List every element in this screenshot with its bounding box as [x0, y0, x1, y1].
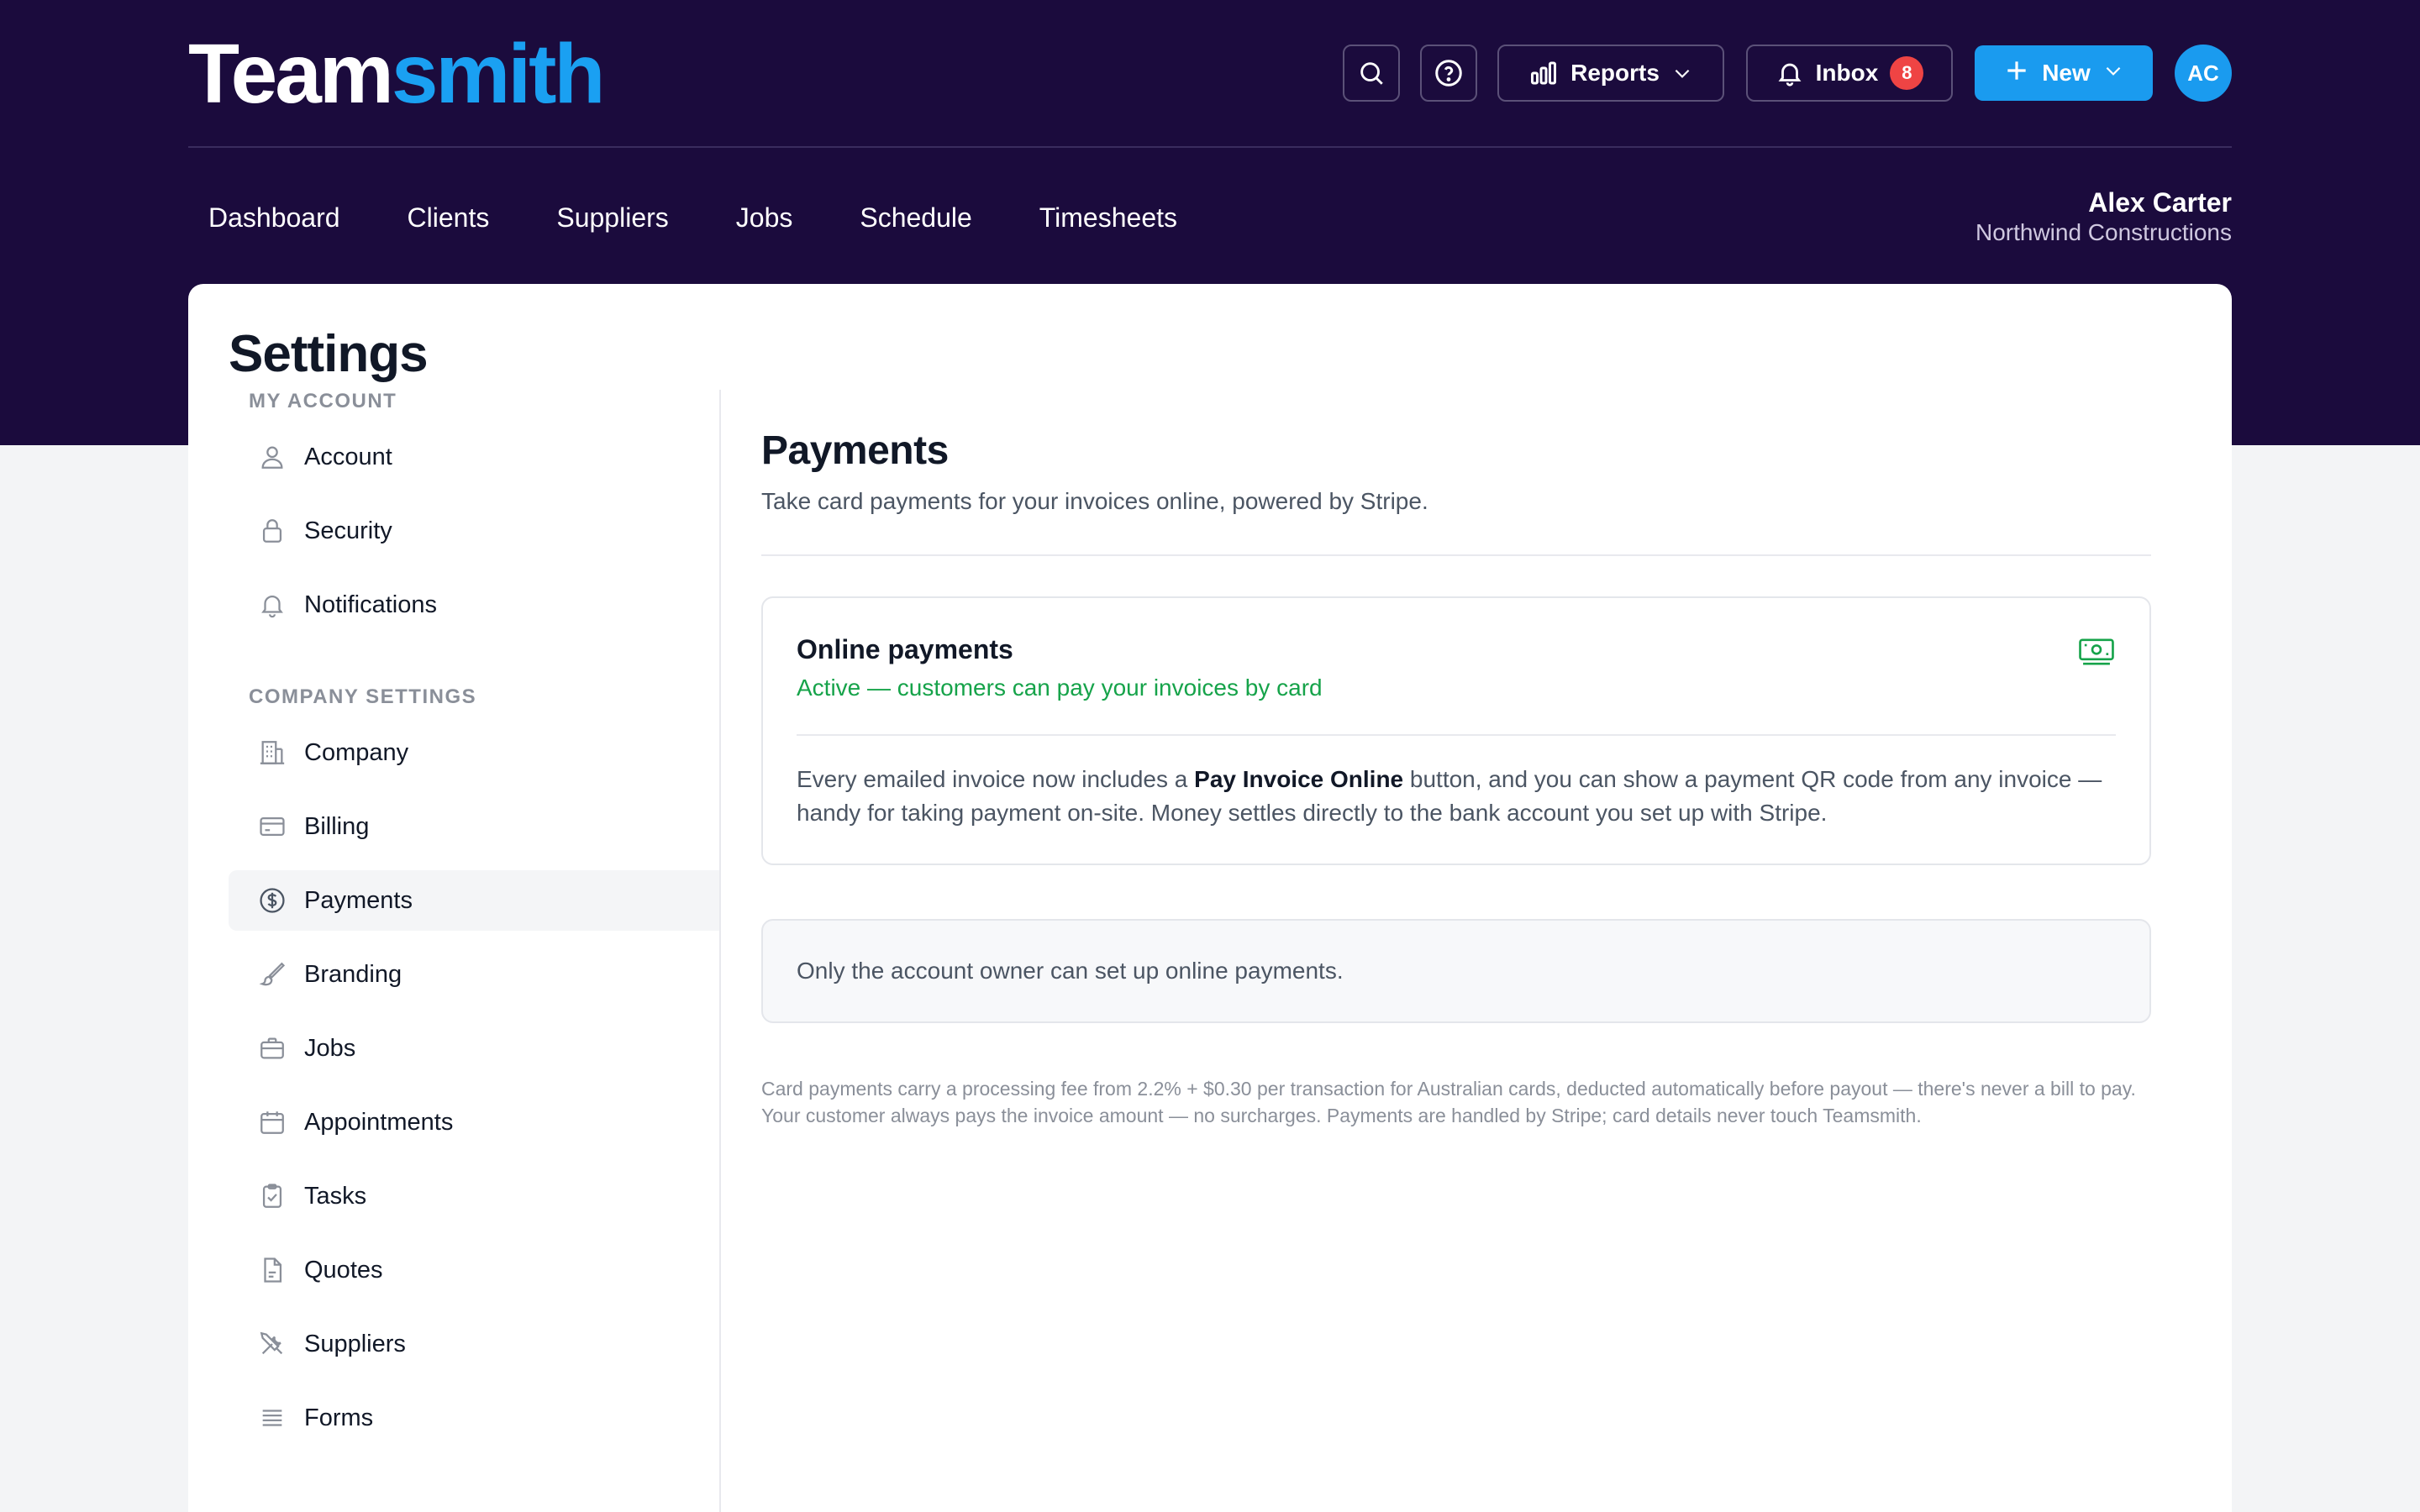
sidebar-item-label: Suppliers	[304, 1330, 406, 1357]
section-title: Payments	[761, 428, 949, 473]
sidebar-item-label: Security	[304, 517, 392, 544]
inbox-button[interactable]: Inbox 8	[1746, 45, 1953, 102]
banknote-icon	[2077, 635, 2116, 673]
chevron-down-icon	[1671, 62, 1693, 84]
section-divider	[761, 554, 2151, 556]
bell-icon	[257, 590, 287, 620]
sidebar-item-label: Notifications	[304, 591, 437, 618]
sidebar-item-label: Quotes	[304, 1256, 383, 1284]
sidebar-item-account[interactable]: Account	[229, 427, 719, 487]
sidebar-item-label: Jobs	[304, 1034, 356, 1062]
sidebar-item-payments[interactable]: Payments	[229, 870, 719, 931]
status-text: Active — customers can pay your invoices…	[797, 675, 1323, 701]
app-header: Teamsmith Reports Inbox 8 New AC	[188, 0, 2232, 148]
sidebar-item-tasks[interactable]: Tasks	[229, 1166, 719, 1226]
sidebar-item-jobs[interactable]: Jobs	[229, 1018, 719, 1079]
sidebar-item-label: Company	[304, 738, 409, 766]
bell-icon	[1776, 59, 1804, 87]
paintbrush-icon	[257, 959, 287, 990]
nav-item-schedule[interactable]: Schedule	[860, 202, 971, 234]
settings-sidebar: MY ACCOUNT Account Security Notification…	[229, 390, 721, 1512]
card-description: Every emailed invoice now includes a Pay…	[797, 763, 2116, 830]
user-name: Alex Carter	[2088, 187, 2232, 218]
credit-card-icon	[257, 811, 287, 842]
reports-button[interactable]: Reports	[1497, 45, 1724, 102]
header-actions: Reports Inbox 8 New AC	[1343, 45, 2232, 102]
briefcase-icon	[257, 1033, 287, 1063]
new-button[interactable]: New	[1975, 45, 2153, 101]
sidebar-item-security[interactable]: Security	[229, 501, 719, 561]
lock-icon	[257, 516, 287, 546]
description-text: Every emailed invoice now includes a	[797, 766, 1195, 792]
sidebar-item-label: Tasks	[304, 1182, 367, 1210]
card-title: Online payments	[797, 634, 1013, 664]
sidebar-item-appointments[interactable]: Appointments	[229, 1092, 719, 1152]
clipboard-check-icon	[257, 1181, 287, 1211]
help-circle-icon	[1434, 58, 1464, 88]
help-button[interactable]	[1420, 45, 1477, 102]
calendar-icon	[257, 1107, 287, 1137]
fee-fineprint: Card payments carry a processing fee fro…	[761, 1078, 2136, 1126]
search-icon	[1357, 59, 1386, 87]
sidebar-item-label: Forms	[304, 1404, 374, 1431]
building-icon	[257, 738, 287, 768]
teamsmith-logo[interactable]: Teamsmith	[188, 32, 606, 116]
online-payments-card: Online payments Active — customers can p…	[761, 596, 2151, 865]
nav-item-dashboard[interactable]: Dashboard	[208, 202, 340, 234]
dollar-circle-icon	[257, 885, 287, 916]
sidebar-item-forms[interactable]: Forms	[229, 1388, 719, 1448]
page-title: Settings	[229, 325, 429, 383]
bar-chart-icon	[1528, 58, 1559, 88]
tools-icon	[257, 1329, 287, 1359]
sidebar-item-label: Payments	[304, 886, 413, 914]
sidebar-item-label: Branding	[304, 960, 402, 988]
logo-part1: Team	[188, 27, 394, 121]
sidebar-heading-my-account: MY ACCOUNT	[249, 390, 397, 412]
document-icon	[257, 1255, 287, 1285]
user-icon	[257, 442, 287, 472]
card-divider	[797, 734, 2116, 736]
chevron-down-icon	[2102, 60, 2124, 87]
nav-item-suppliers[interactable]: Suppliers	[556, 202, 668, 234]
inbox-label: Inbox	[1815, 60, 1879, 86]
owner-only-notice: Only the account owner can set up online…	[761, 919, 2151, 1023]
nav-item-jobs[interactable]: Jobs	[736, 202, 793, 234]
sidebar-item-label: Appointments	[304, 1108, 454, 1136]
sidebar-item-quotes[interactable]: Quotes	[229, 1240, 719, 1300]
nav-item-clients[interactable]: Clients	[408, 202, 490, 234]
inbox-count-badge: 8	[1890, 56, 1924, 90]
nav-item-timesheets[interactable]: Timesheets	[1039, 202, 1177, 234]
sidebar-heading-company-settings: COMPANY SETTINGS	[249, 685, 477, 708]
payments-content: Payments Take card payments for your inv…	[761, 428, 2151, 1129]
settings-panel: Settings MY ACCOUNT Account Security Not…	[188, 284, 2232, 1512]
pay-invoice-online-text: Pay Invoice Online	[1194, 766, 1404, 792]
search-button[interactable]	[1343, 45, 1400, 102]
sidebar-item-branding[interactable]: Branding	[229, 944, 719, 1005]
plus-icon	[2003, 57, 2030, 90]
sidebar-item-billing[interactable]: Billing	[229, 796, 719, 857]
new-label: New	[2042, 60, 2091, 86]
reports-label: Reports	[1570, 60, 1660, 86]
section-subtitle: Take card payments for your invoices onl…	[761, 488, 1428, 514]
sidebar-item-notifications[interactable]: Notifications	[229, 575, 719, 635]
user-info: Alex Carter Northwind Constructions	[1975, 186, 2232, 247]
main-nav: Dashboard Clients Suppliers Jobs Schedul…	[208, 197, 1177, 239]
list-icon	[257, 1403, 287, 1433]
user-avatar[interactable]: AC	[2175, 45, 2232, 102]
logo-part2: smith	[391, 27, 606, 121]
sidebar-item-suppliers[interactable]: Suppliers	[229, 1314, 719, 1374]
sidebar-item-company[interactable]: Company	[229, 722, 719, 783]
sidebar-item-label: Billing	[304, 812, 370, 840]
user-company: Northwind Constructions	[1975, 219, 2232, 245]
sidebar-item-label: Account	[304, 443, 392, 470]
